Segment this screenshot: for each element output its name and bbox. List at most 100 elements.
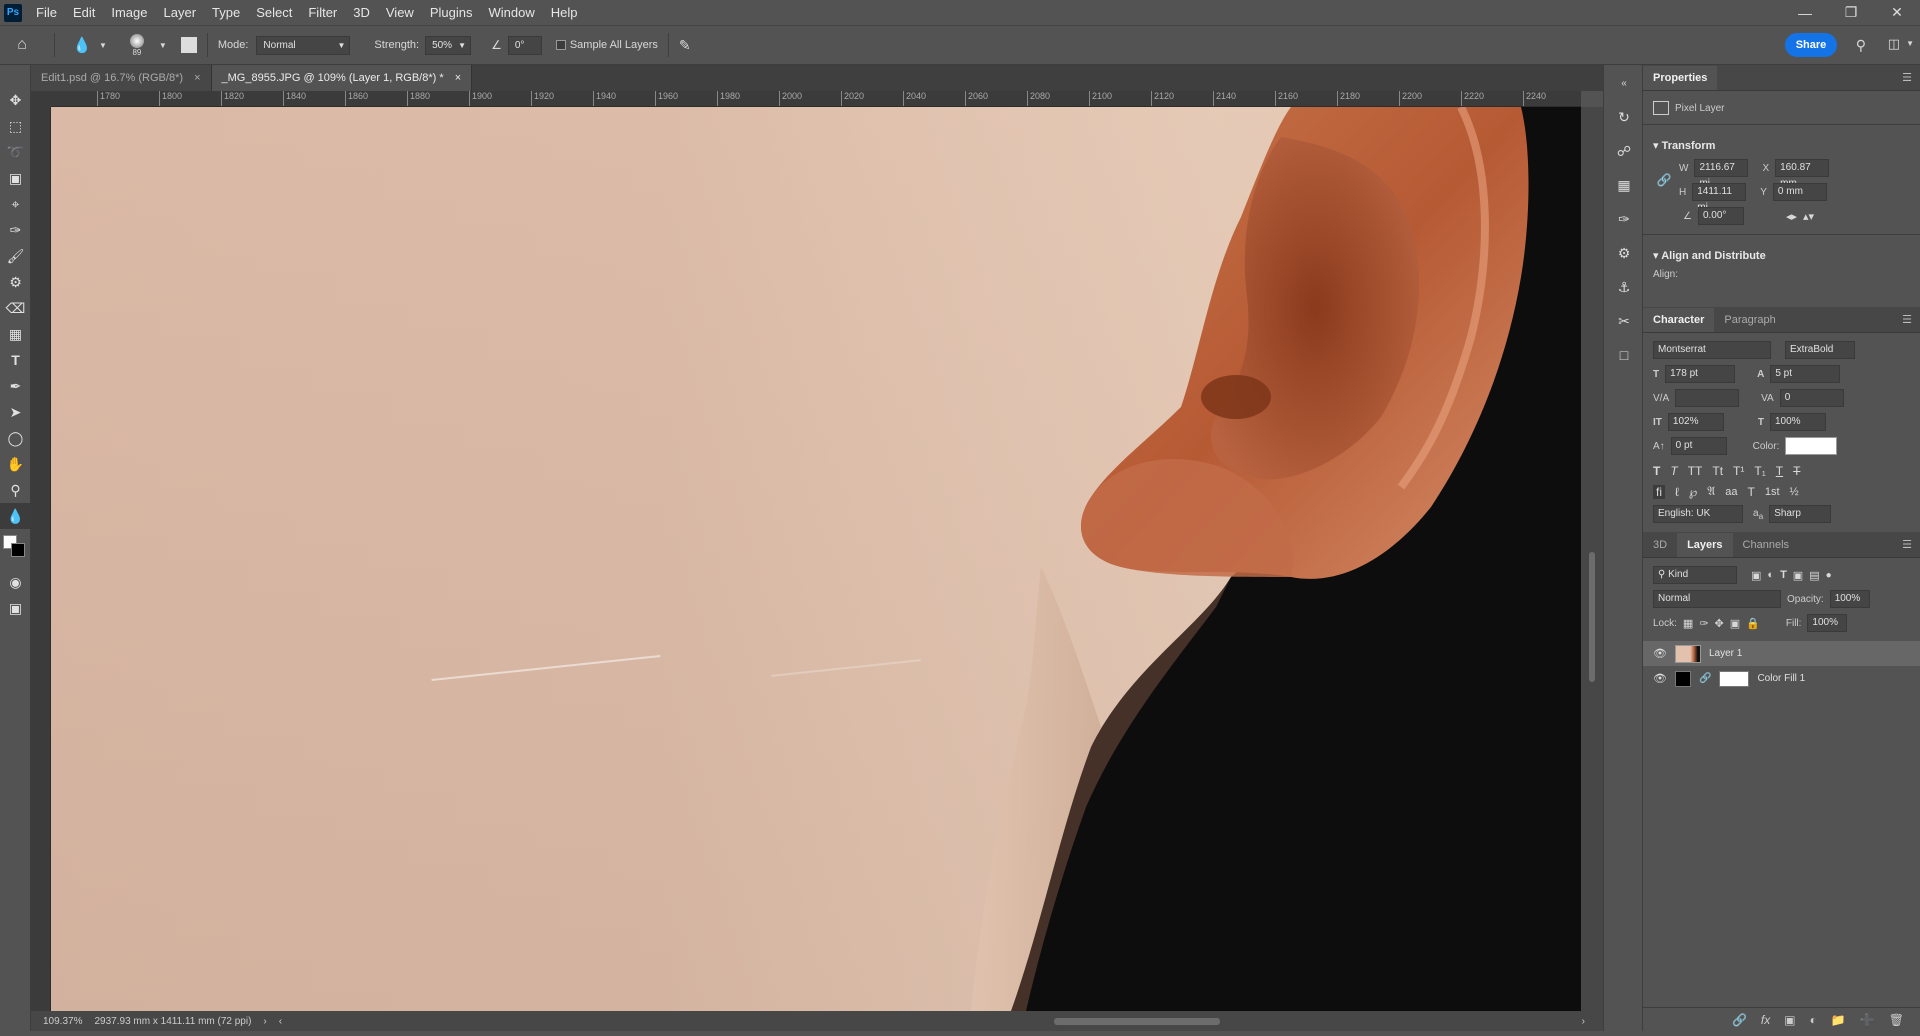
filter-toggle-icon[interactable]: ● xyxy=(1826,570,1832,581)
flip-horizontal-icon[interactable]: ◂▸ xyxy=(1786,210,1797,223)
blend-mode-select[interactable]: Normal xyxy=(1653,590,1781,608)
tab-properties[interactable]: Properties xyxy=(1643,66,1718,90)
move-tool-icon[interactable]: ✥ xyxy=(0,87,31,113)
stylistic-alternates-icon[interactable]: 𝔄 xyxy=(1707,484,1715,499)
sample-all-layers-checkbox[interactable] xyxy=(555,40,566,50)
image-canvas[interactable] xyxy=(51,107,1581,1011)
tool-presets-icon[interactable]: ✂ xyxy=(1604,307,1644,335)
search-icon[interactable]: ⚲ xyxy=(1856,37,1866,54)
marquee-tool-icon[interactable]: ⬚ xyxy=(0,113,31,139)
eraser-tool-icon[interactable]: ⌫ xyxy=(0,295,31,321)
type-tool-icon[interactable]: T xyxy=(0,347,31,373)
faux-bold-icon[interactable]: T xyxy=(1653,464,1660,478)
share-button[interactable]: Share xyxy=(1785,33,1837,57)
sample-all-layers-toggle[interactable]: Sample All Layers xyxy=(555,39,658,51)
close-icon[interactable]: ✕ xyxy=(1874,0,1920,25)
leading-field[interactable]: 5 pt xyxy=(1770,365,1841,383)
filter-pixel-icon[interactable]: ▣ xyxy=(1751,569,1761,582)
menu-help[interactable]: Help xyxy=(543,0,586,25)
transform-section-title[interactable]: ▾ Transform xyxy=(1643,131,1920,156)
filter-adjustment-icon[interactable]: ◐ xyxy=(1767,569,1774,581)
underline-icon[interactable]: T xyxy=(1776,464,1783,478)
baseline-shift-field[interactable]: 0 pt xyxy=(1670,437,1727,455)
libraries-icon[interactable]: □ xyxy=(1604,341,1644,369)
width-field[interactable]: 2116.67 mi xyxy=(1694,159,1749,189)
height-field[interactable]: 1411.11 mi xyxy=(1692,183,1747,213)
layer-name[interactable]: Layer 1 xyxy=(1709,648,1742,659)
close-icon[interactable]: × xyxy=(194,72,200,84)
blur-tool-icon[interactable]: 💧 xyxy=(0,503,31,529)
restore-icon[interactable]: ❐ xyxy=(1828,0,1874,25)
ellipse-tool-icon[interactable]: ◯ xyxy=(0,425,31,451)
filter-type-icon[interactable]: T xyxy=(1780,569,1787,581)
layer-filter-select[interactable]: ⚲ Kind xyxy=(1653,566,1737,584)
collapse-panels-icon[interactable]: « xyxy=(1604,69,1644,97)
brushes-icon[interactable]: ✑ xyxy=(1604,205,1644,233)
brush-preset-picker[interactable]: 89 xyxy=(115,33,159,57)
text-color-swatch[interactable] xyxy=(1785,437,1838,455)
all-caps-icon[interactable]: TT xyxy=(1688,464,1703,478)
opacity-field[interactable]: 100% xyxy=(1829,590,1870,608)
eye-icon[interactable]: 👁 xyxy=(1653,647,1667,660)
lock-artboard-icon[interactable]: ▣ xyxy=(1730,617,1740,630)
small-caps-icon[interactable]: Tt xyxy=(1712,464,1723,478)
menu-file[interactable]: File xyxy=(28,0,65,25)
contextual-icon[interactable]: T xyxy=(1747,485,1754,499)
eyedropper-tool-icon[interactable]: ✑ xyxy=(0,217,31,243)
antialias-select[interactable]: Sharp xyxy=(1769,505,1832,523)
menu-image[interactable]: Image xyxy=(103,0,155,25)
background-color-swatch[interactable] xyxy=(11,543,25,557)
path-select-tool-icon[interactable]: ➤ xyxy=(0,399,31,425)
home-icon[interactable]: ⌂ xyxy=(0,36,44,54)
quick-mask-icon[interactable]: ◉ xyxy=(0,569,31,595)
y-field[interactable]: 0 mm xyxy=(1772,183,1827,201)
layer-row[interactable]: 👁 🔗 Color Fill 1 xyxy=(1643,666,1920,691)
tab-channels[interactable]: Channels xyxy=(1733,533,1799,557)
lasso-tool-icon[interactable]: ➰ xyxy=(0,139,31,165)
mode-select[interactable]: Normal ▼ xyxy=(256,35,351,55)
panel-menu-icon[interactable]: ☰ xyxy=(1902,71,1912,84)
faux-italic-icon[interactable]: T xyxy=(1670,464,1677,478)
layer-style-icon[interactable]: fx xyxy=(1761,1013,1770,1027)
menu-type[interactable]: Type xyxy=(204,0,248,25)
strikethrough-icon[interactable]: T xyxy=(1793,464,1800,478)
status-menu-chevron-icon[interactable]: › xyxy=(263,1016,266,1027)
menu-select[interactable]: Select xyxy=(248,0,300,25)
vertical-scrollbar[interactable] xyxy=(1581,107,1603,1011)
flip-vertical-icon[interactable]: ▴▾ xyxy=(1803,210,1814,223)
menu-layer[interactable]: Layer xyxy=(156,0,205,25)
workspace-icon[interactable]: ◫ xyxy=(1888,36,1900,52)
filter-smart-object-icon[interactable]: ▤ xyxy=(1809,569,1819,582)
tab-edit1[interactable]: Edit1.psd @ 16.7% (RGB/8*) × xyxy=(31,65,212,91)
blur-tool-icon[interactable]: 💧 xyxy=(65,36,99,54)
scrollbar-thumb[interactable] xyxy=(1589,552,1595,682)
pressure-icon[interactable]: ✎ xyxy=(679,37,691,54)
scroll-right-icon[interactable]: › xyxy=(1582,1016,1585,1027)
eye-icon[interactable]: 👁 xyxy=(1653,672,1667,685)
brush-tool-icon[interactable]: 🖌 xyxy=(0,243,31,269)
paint-bucket-tool-icon[interactable]: ▦ xyxy=(0,321,31,347)
swash-icon[interactable]: ℘ xyxy=(1689,485,1697,499)
hand-tool-icon[interactable]: ✋ xyxy=(0,451,31,477)
lock-pixels-icon[interactable]: ✑ xyxy=(1699,617,1708,630)
lock-all-icon[interactable]: 🔒 xyxy=(1746,617,1760,630)
subscript-icon[interactable]: T₁ xyxy=(1754,464,1765,478)
rotation-field[interactable]: 0.00° xyxy=(1697,207,1744,225)
lock-position-icon[interactable]: ✥ xyxy=(1715,617,1724,630)
workspace-chevron-icon[interactable]: ▼ xyxy=(1906,39,1914,48)
menu-view[interactable]: View xyxy=(378,0,422,25)
menu-edit[interactable]: Edit xyxy=(65,0,103,25)
tab-character[interactable]: Character xyxy=(1643,308,1715,332)
stamp-tool-icon[interactable]: ⚙ xyxy=(0,269,31,295)
panel-menu-icon[interactable]: ☰ xyxy=(1902,538,1912,551)
3d-icon[interactable]: ☍ xyxy=(1604,137,1644,165)
new-layer-icon[interactable]: ➕ xyxy=(1860,1013,1875,1027)
menu-filter[interactable]: Filter xyxy=(300,0,345,25)
font-size-field[interactable]: 178 pt xyxy=(1665,365,1736,383)
menu-window[interactable]: Window xyxy=(480,0,542,25)
scroll-left-icon[interactable]: ‹ xyxy=(279,1016,282,1027)
horizontal-scrollbar-thumb[interactable] xyxy=(1054,1018,1220,1025)
fill-field[interactable]: 100% xyxy=(1807,614,1848,632)
strength-input[interactable]: 50% ▼ xyxy=(425,35,472,55)
ligatures-icon[interactable]: fi xyxy=(1653,484,1665,499)
